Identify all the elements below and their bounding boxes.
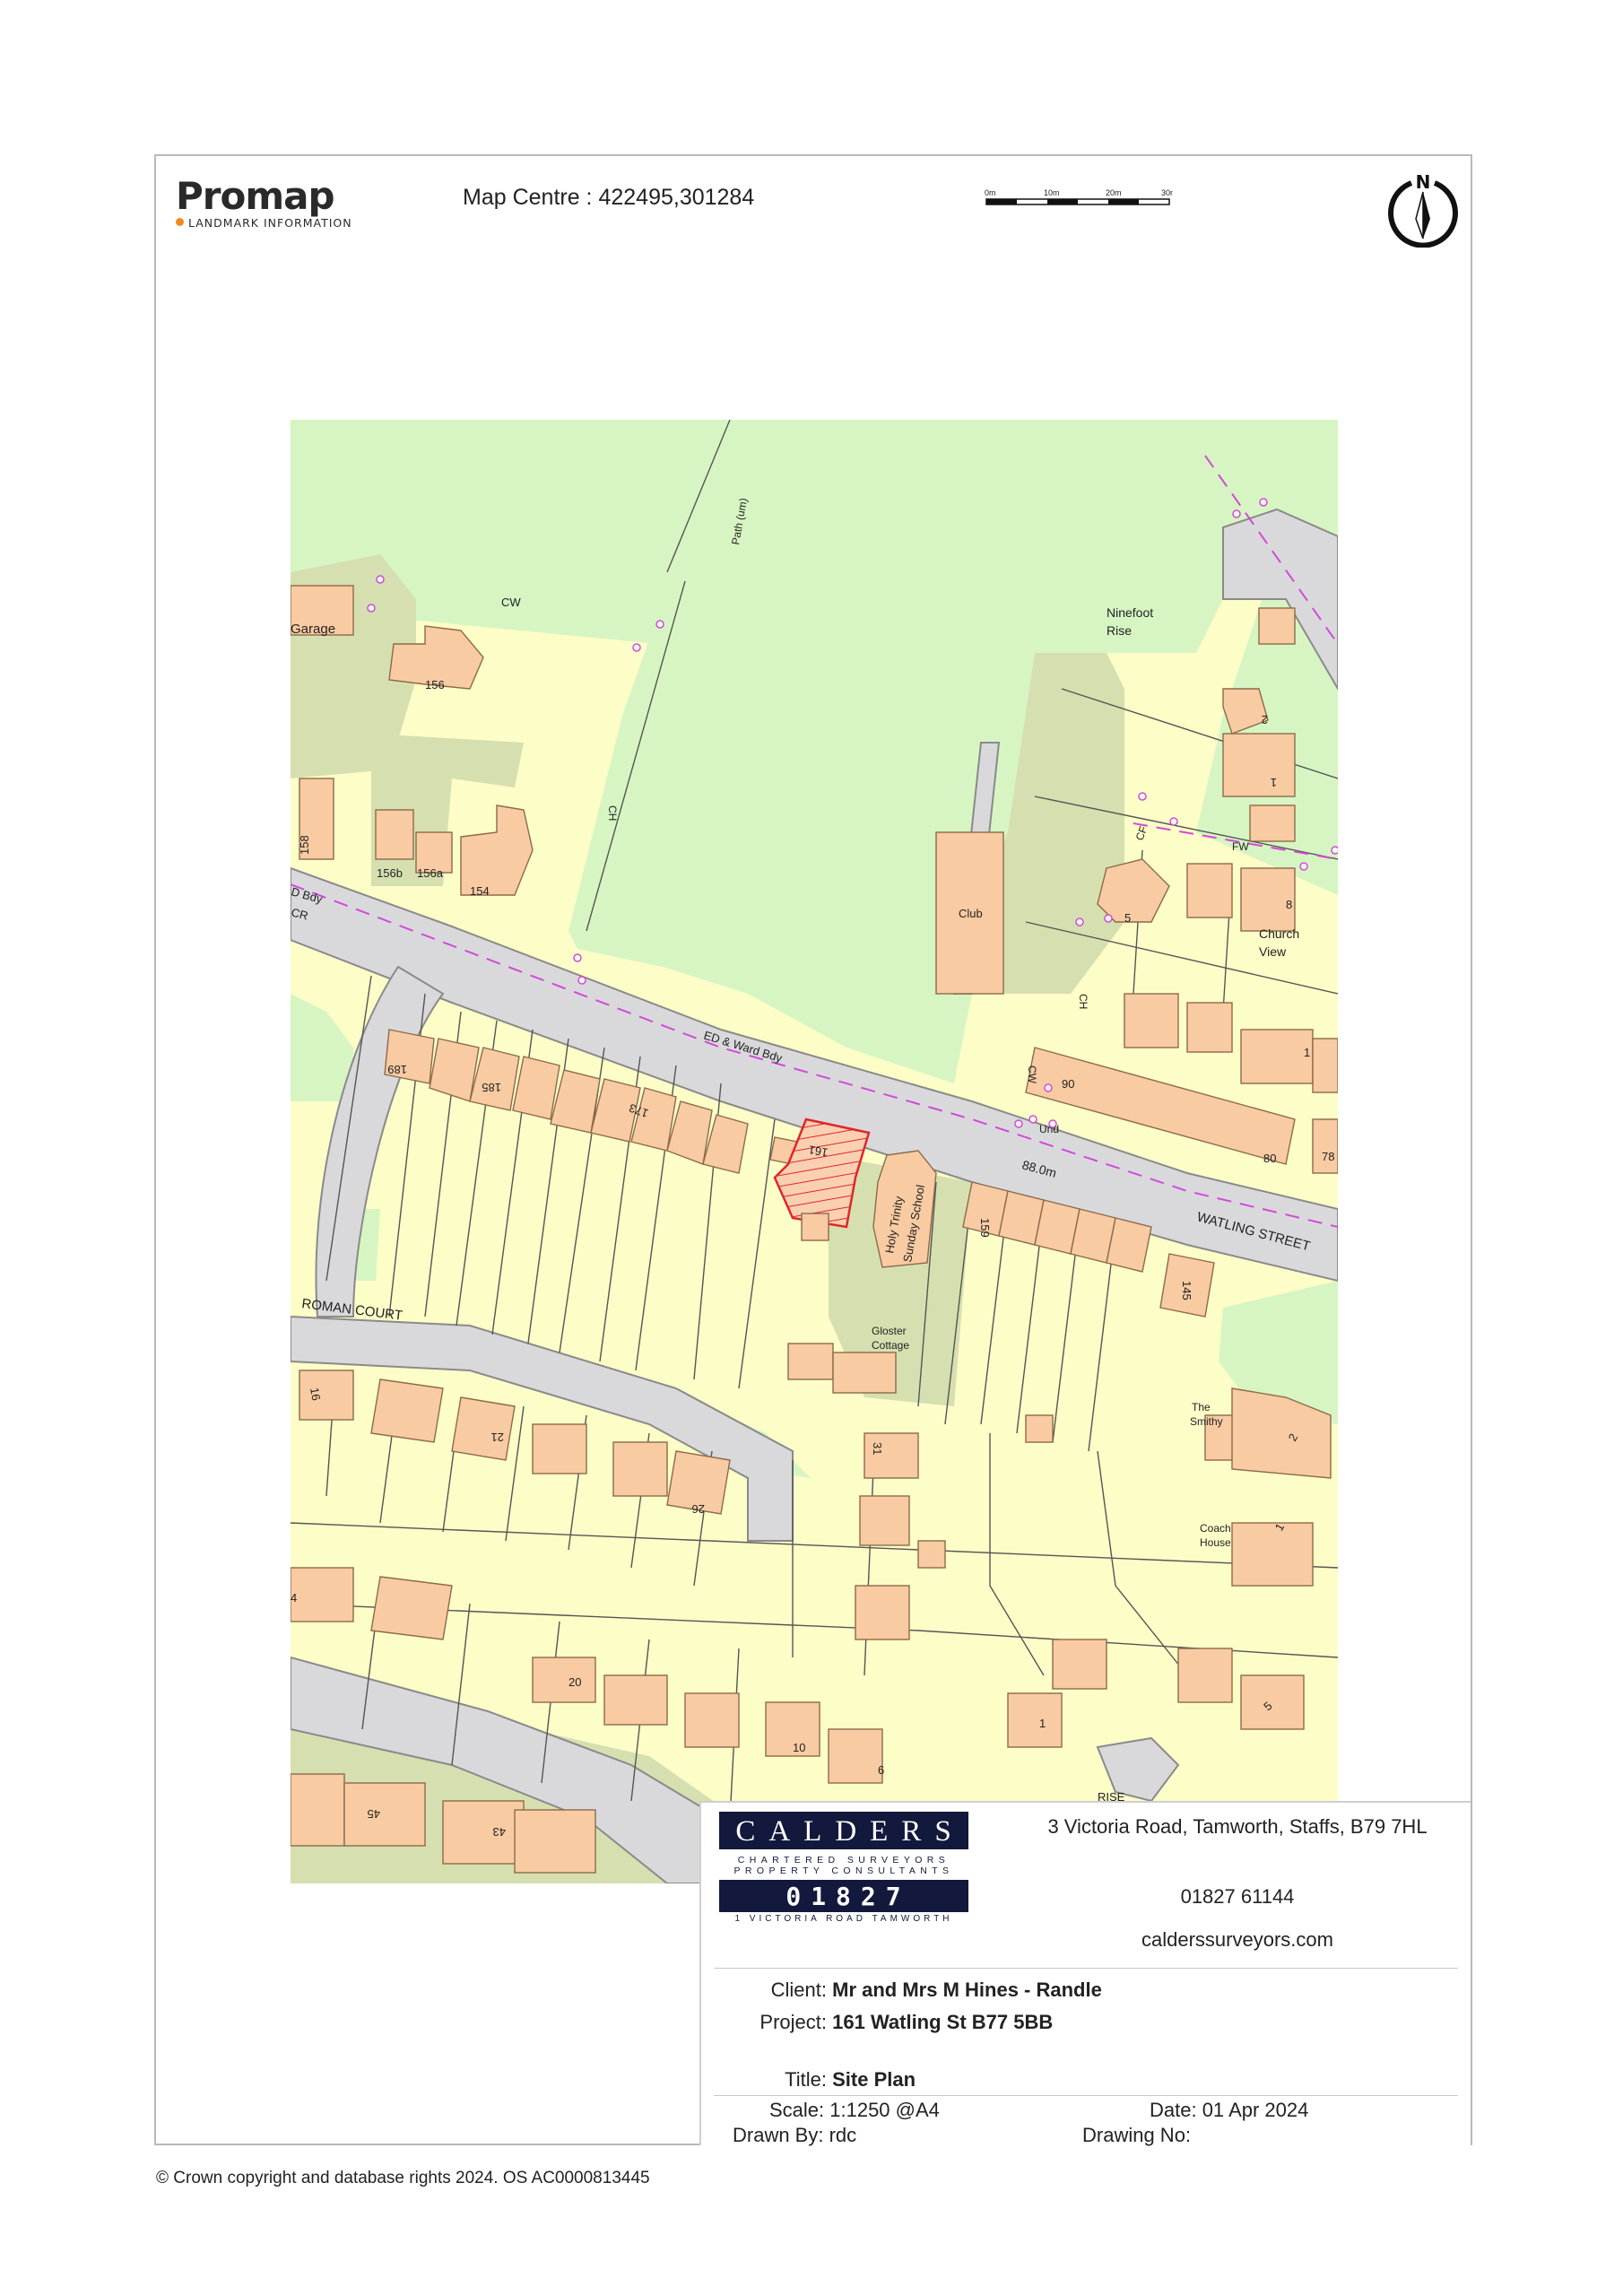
- label-view: View: [1259, 944, 1287, 959]
- client-value: Mr and Mrs M Hines - Randle: [832, 1979, 1102, 2001]
- title-field: Title: Site Plan: [701, 2068, 916, 2092]
- label-5a: 5: [1124, 911, 1131, 925]
- scale-tick-10: 10m: [1044, 188, 1060, 197]
- label-145: 145: [1180, 1281, 1193, 1300]
- title-block-divider-bottom: [714, 2095, 1458, 2096]
- title-block: CALDERS CHARTERED SURVEYORS PROPERTY CON…: [699, 1801, 1471, 2146]
- label-cw1: CW: [501, 596, 521, 609]
- label-189: 189: [387, 1063, 407, 1076]
- scale-tick-20: 20m: [1106, 188, 1122, 197]
- label-154: 154: [470, 884, 490, 898]
- calders-logo-name: CALDERS: [719, 1812, 968, 1849]
- project-value: 161 Watling St B77 5BB: [832, 2011, 1054, 2033]
- promap-logo-sub-text: LANDMARK INFORMATION: [188, 216, 352, 230]
- client-label: Client:: [770, 1979, 827, 2001]
- label-158: 158: [298, 835, 311, 855]
- label-45: 45: [368, 1807, 380, 1821]
- north-arrow-icon: N: [1388, 171, 1458, 248]
- label-1d: 1: [1039, 1717, 1046, 1730]
- site-map: Garage CW 156 158 156b 156a 154 CH Path …: [291, 420, 1338, 1883]
- scale-field: Scale: 1:1250 @A4: [769, 2099, 940, 2121]
- label-156b: 156b: [377, 866, 403, 880]
- label-ninefoot: Ninefoot: [1107, 605, 1153, 620]
- label-the: The: [1192, 1401, 1211, 1413]
- label-smithy: Smithy: [1190, 1415, 1223, 1428]
- company-phone: 01827 61144: [1180, 1885, 1295, 1908]
- label-club: Club: [959, 907, 983, 920]
- title-label: Title:: [785, 2068, 827, 2091]
- label-1b: 1: [1304, 1046, 1310, 1059]
- company-website: calderssurveyors.com: [1141, 1928, 1333, 1951]
- label-159: 159: [978, 1218, 992, 1238]
- calders-logo-phone: 01827 61144: [719, 1880, 968, 1944]
- title-value: Site Plan: [832, 2068, 916, 2091]
- promap-logo: Promap LANDMARK INFORMATION: [176, 174, 352, 230]
- label-26: 26: [692, 1502, 705, 1516]
- calders-logo-address: 1 VICTORIA ROAD TAMWORTH: [734, 1914, 953, 1924]
- project-field: Project: 161 Watling St B77 5BB: [701, 2011, 1053, 2034]
- label-4: 4: [291, 1591, 297, 1605]
- scale-bar: 0m 10m 20m 30m: [985, 188, 1173, 205]
- label-31: 31: [871, 1442, 884, 1455]
- map-centre-label: Map Centre : 422495,301284: [463, 185, 755, 210]
- promap-logo-sub: LANDMARK INFORMATION: [176, 216, 352, 230]
- calders-logo-line2: PROPERTY CONSULTANTS: [733, 1866, 954, 1876]
- label-156a: 156a: [417, 866, 444, 880]
- label-church: Church: [1259, 926, 1299, 941]
- label-21: 21: [491, 1431, 504, 1444]
- label-90: 90: [1062, 1077, 1074, 1091]
- label-78: 78: [1322, 1150, 1334, 1163]
- label-8: 8: [1286, 898, 1292, 911]
- label-house: House: [1200, 1536, 1231, 1549]
- label-43: 43: [493, 1825, 506, 1839]
- label-1a: 1: [1271, 776, 1277, 789]
- date-field: Date: 01 Apr 2024: [1150, 2099, 1309, 2121]
- promap-logo-word: Promap: [176, 174, 335, 218]
- label-ch2: CH: [1077, 994, 1089, 1009]
- label-20: 20: [568, 1675, 581, 1689]
- label-185: 185: [482, 1081, 501, 1094]
- label-156: 156: [425, 678, 445, 691]
- company-address: 3 Victoria Road, Tamworth, Staffs, B79 7…: [1047, 1815, 1428, 1838]
- label-10: 10: [793, 1741, 805, 1754]
- drawn-by-field: Drawn By: rdc: [733, 2124, 857, 2146]
- label-rise: Rise: [1107, 623, 1132, 638]
- copyright-notice: © Crown copyright and database rights 20…: [156, 2169, 650, 2187]
- label-garage: Garage: [291, 622, 335, 637]
- label-6: 6: [878, 1763, 884, 1777]
- label-cottage: Cottage: [872, 1339, 909, 1352]
- label-2a: 2: [1262, 713, 1268, 726]
- calders-logo: CALDERS CHARTERED SURVEYORS PROPERTY CON…: [719, 1812, 968, 1944]
- scale-tick-30: 30m: [1161, 188, 1173, 197]
- calders-logo-line1: CHARTERED SURVEYORS: [737, 1855, 950, 1866]
- label-80: 80: [1263, 1152, 1276, 1165]
- client-field: Client: Mr and Mrs M Hines - Randle: [701, 1979, 1102, 2002]
- label-gloster: Gloster: [872, 1325, 907, 1337]
- label-cw2: CW: [1026, 1065, 1038, 1084]
- north-label: N: [1416, 171, 1431, 193]
- label-fw: FW: [1232, 840, 1249, 853]
- label-ch1: CH: [606, 805, 619, 821]
- scale-tick-0: 0m: [985, 188, 996, 197]
- label-coach: Coach: [1200, 1522, 1231, 1535]
- project-label: Project:: [759, 2011, 827, 2033]
- drawing-no-field: Drawing No:: [1082, 2124, 1192, 2146]
- label-16: 16: [308, 1387, 323, 1402]
- promap-dot-icon: [176, 218, 184, 226]
- title-block-divider-top: [714, 1968, 1458, 1969]
